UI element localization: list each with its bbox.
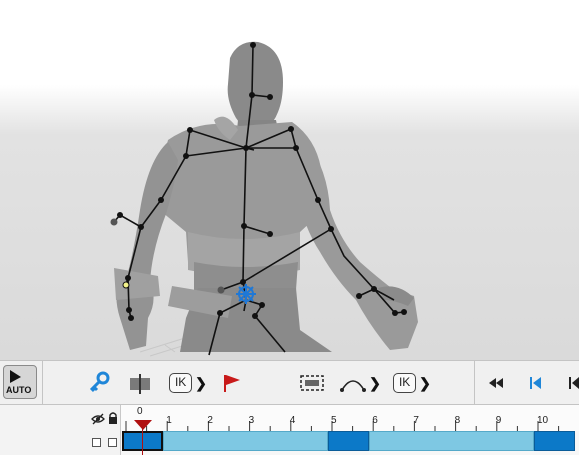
frame-select-icon [300,375,324,391]
ik-chevron-button-2[interactable]: IK ❯ [391,372,433,394]
ruler-ticks [125,421,560,431]
tick-label: 1 [166,415,172,426]
tick-label: 5 [331,415,337,426]
auto-key-button[interactable]: AUTO [3,365,37,399]
auto-key-icon [10,370,21,383]
visibility-checkbox[interactable] [92,438,101,447]
curve-chevron-icon: ❯ [369,374,381,391]
character-mesh [114,41,418,352]
time-ruler[interactable]: 1 2 3 4 5 6 7 8 9 10 0 [121,405,579,431]
ik-label-2: IK [393,373,417,393]
tick-label: 2 [207,415,213,426]
playhead-marker-icon[interactable] [133,419,153,431]
rewind-icon [489,378,503,388]
frame-select-button[interactable] [297,371,327,395]
blue-move-gizmo-icon[interactable] [236,284,256,304]
lock-icon[interactable] [108,412,118,424]
tick-label: 8 [454,415,461,426]
go-to-start-icon [530,377,541,389]
3d-viewport[interactable] [0,0,579,360]
tick-label: 7 [413,415,419,426]
tick-label: 3 [248,415,255,426]
tick-label: 10 [537,415,549,426]
set-key-icon [89,371,110,393]
tick-label: 6 [372,415,378,426]
ik-chevron-icon: ❯ [419,374,431,391]
curve-button[interactable]: ❯ [338,371,382,395]
timeline-segment-dark[interactable] [534,431,576,451]
track-header [0,405,121,455]
animation-toolbar: AUTO IK ❯ ❯ IK ❯ [0,360,579,405]
keyframe-track[interactable] [121,427,579,455]
split-button[interactable] [126,371,154,395]
ik-chevron-button-1[interactable]: IK ❯ [167,372,209,394]
tick-label: 4 [289,415,296,426]
flag-button[interactable] [220,371,244,395]
auto-key-label: AUTO [6,385,32,395]
timeline-segment-light[interactable] [369,431,534,451]
rewind-button[interactable] [485,373,507,393]
lock-checkbox[interactable] [108,438,117,447]
step-back-icon [569,377,579,389]
set-key-button[interactable] [86,371,112,395]
step-back-button[interactable] [565,373,579,393]
timeline-panel[interactable]: 1 2 3 4 5 6 7 8 9 10 0 [0,405,579,455]
ik-chevron-icon: ❯ [195,374,207,391]
character-scene[interactable] [0,0,579,360]
go-to-start-button[interactable] [525,373,547,393]
playhead-line [142,427,143,455]
timeline-segment-light[interactable] [163,431,328,451]
visibility-icon[interactable] [91,413,105,425]
toolbar-divider [42,361,43,405]
toolbar-divider [474,361,475,405]
curve-icon [340,380,367,392]
ik-label-1: IK [169,373,193,393]
tick-label: 9 [495,415,502,426]
split-icon [130,374,150,394]
current-frame-label: 0 [137,406,143,417]
flag-icon [224,375,240,392]
timeline-segment-dark[interactable] [328,431,370,451]
